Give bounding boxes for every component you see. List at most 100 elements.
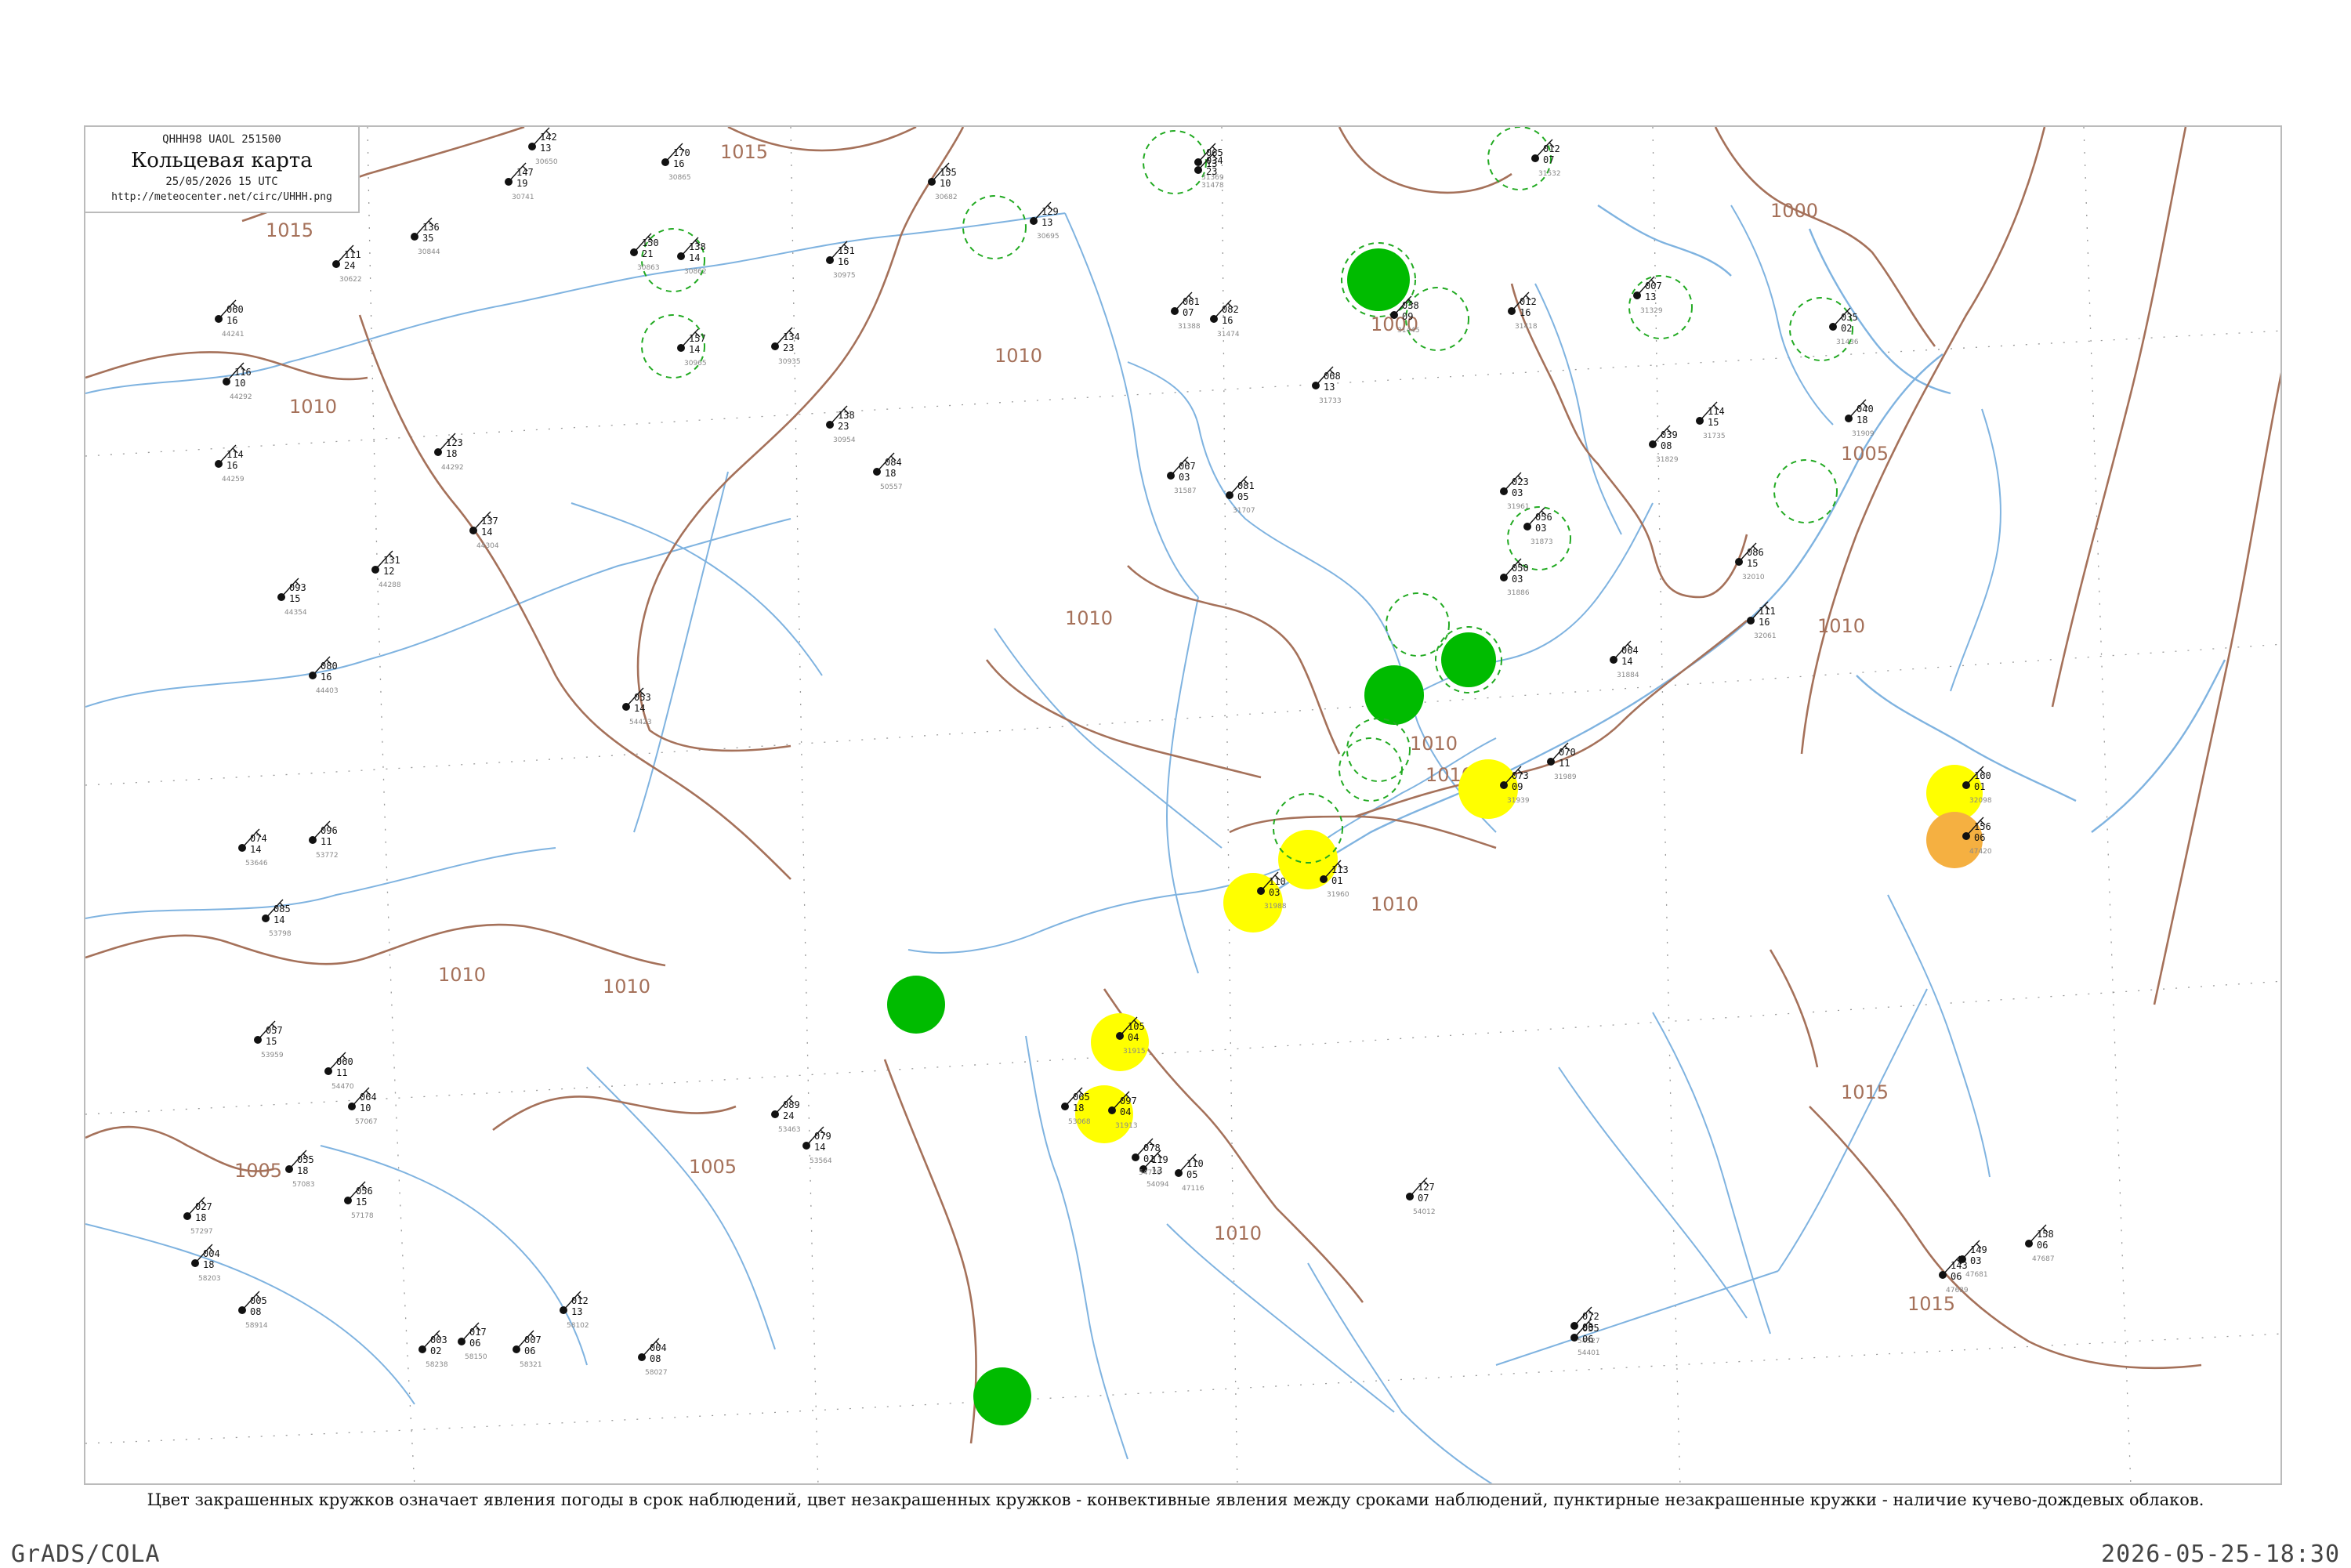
- station-pressure: 142: [540, 132, 557, 143]
- station-index: 30975: [833, 272, 856, 280]
- station-plot: 01213 58102: [560, 1291, 589, 1330]
- station-tendency: 18: [1857, 415, 1867, 425]
- station-index: 31329: [1640, 307, 1663, 315]
- station-index: 31418: [1515, 323, 1538, 331]
- station-index: 53798: [269, 930, 292, 938]
- station-tendency: 24: [783, 1110, 794, 1121]
- station-tendency: 07: [1183, 307, 1194, 318]
- rain-circle: [1347, 248, 1410, 311]
- station-tendency: 06: [469, 1338, 480, 1349]
- station-plot: 17016 30865: [661, 143, 691, 182]
- station-pressure: 012: [571, 1295, 589, 1306]
- station-pressure: 079: [814, 1131, 831, 1142]
- station-plot: 00408 58027: [638, 1338, 668, 1377]
- map-title: Кольцевая карта: [131, 149, 313, 172]
- station-plot: 06813 31733: [1312, 366, 1342, 405]
- station-tendency: 11: [321, 836, 331, 847]
- station-plot: 12707 54012: [1406, 1177, 1436, 1216]
- station-plot: 05615 57178: [344, 1181, 374, 1220]
- station-index: 31939: [1507, 797, 1530, 805]
- station-plot: 01216 31418: [1508, 292, 1538, 331]
- shower-circle: [1458, 759, 1518, 819]
- isobar-label: 1010: [603, 976, 650, 998]
- station-plot: 08016 44403: [309, 656, 339, 695]
- station-pressure: 005: [250, 1295, 267, 1306]
- station-index: 31733: [1319, 397, 1342, 405]
- station-tendency: 06: [1951, 1271, 1962, 1282]
- station-pressure: 012: [1520, 296, 1537, 307]
- station-index: 53959: [261, 1052, 284, 1059]
- station-tendency: 15: [1747, 558, 1758, 569]
- station-pressure: 034: [1206, 155, 1223, 166]
- station-index: 57297: [190, 1228, 213, 1236]
- bulletin-code: QHHH98 UAOL 251500: [162, 133, 281, 146]
- station-index: 54012: [1413, 1208, 1436, 1216]
- station-index: 31829: [1656, 456, 1679, 464]
- rain-circle: [1441, 632, 1496, 687]
- station-pressure: 050: [1512, 563, 1529, 574]
- legend-caption: Цвет закрашенных кружков означает явлени…: [147, 1490, 2204, 1509]
- rain-circle: [887, 976, 945, 1034]
- isobar-left-1010: [85, 923, 666, 967]
- station-index: 58914: [245, 1322, 268, 1330]
- station-index: 58321: [520, 1361, 542, 1369]
- station-index: 30741: [512, 194, 534, 201]
- station-tendency: 09: [1512, 781, 1523, 792]
- station-index: 31474: [1217, 331, 1240, 339]
- station-pressure: 082: [1222, 304, 1239, 315]
- station-tendency: 13: [571, 1306, 582, 1317]
- station-pressure: 096: [321, 825, 338, 836]
- station-pressure: 129: [1041, 206, 1059, 217]
- station-tendency: 13: [1041, 217, 1052, 228]
- station-pressure: 038: [1402, 300, 1419, 311]
- station-pressure: 138: [689, 241, 706, 252]
- shower-circle: [1278, 830, 1338, 889]
- station-plot: 00706 58321: [513, 1330, 542, 1369]
- station-tendency: 01: [1331, 875, 1342, 886]
- station-index: 44288: [379, 581, 401, 589]
- cb-circle: [1487, 127, 1552, 190]
- station-pressure: 138: [838, 410, 855, 421]
- station-pressure: 068: [1324, 371, 1341, 382]
- station-index: 53564: [810, 1157, 832, 1165]
- station-tendency: 35: [422, 233, 433, 244]
- station-plot: 14306 47689: [1939, 1255, 1969, 1295]
- cb-circle: [1386, 592, 1450, 657]
- station-plot: 03908 31829: [1649, 425, 1679, 464]
- station-index: 30682: [935, 194, 958, 201]
- station-index: 54401: [1578, 1349, 1600, 1357]
- synoptic-map: 1015 1015 1010 1010 1010 1010 1010 1005 …: [85, 127, 2280, 1483]
- isobar-label: 1005: [234, 1160, 282, 1182]
- station-tendency: 10: [234, 378, 245, 389]
- isobar-east-far: [1800, 127, 2046, 755]
- station-tendency: 15: [266, 1036, 277, 1047]
- station-pressure: 147: [516, 167, 534, 178]
- station-tendency: 18: [195, 1212, 206, 1223]
- station-plot: 13112 44288: [371, 550, 401, 589]
- station-index: 53068: [1068, 1118, 1091, 1126]
- station-index: 30865: [668, 174, 691, 182]
- cb-circle: [962, 195, 1027, 259]
- station-plot: 15714 30965: [677, 328, 707, 368]
- station-pressure: 116: [234, 367, 252, 378]
- station-plot: 05603 31873: [1523, 507, 1553, 546]
- station-plot: 03423 31478: [1194, 150, 1224, 190]
- station-plot: 11415 31735: [1696, 401, 1726, 440]
- station-plot: 08514 53798: [262, 899, 292, 938]
- station-index: 30650: [535, 158, 558, 166]
- station-index: 44292: [230, 393, 252, 401]
- station-plot: 08105 31707: [1226, 476, 1255, 515]
- isobar-label: 1010: [289, 396, 337, 418]
- station-tendency: 16: [1759, 617, 1770, 628]
- station-plot: 02303 31961: [1500, 472, 1530, 511]
- station-index: 47689: [1946, 1287, 1969, 1295]
- station-index: 31388: [1178, 323, 1201, 331]
- station-plot: 09315 44354: [277, 578, 307, 617]
- station-plot: 08216 31474: [1210, 299, 1240, 339]
- isobar-1010-se: [1229, 815, 1497, 849]
- rain-circle: [1364, 665, 1424, 725]
- station-tendency: 06: [2037, 1240, 2048, 1251]
- station-plot: 05003 31886: [1500, 558, 1530, 597]
- station-index: 31960: [1327, 891, 1349, 899]
- station-tendency: 02: [430, 1345, 441, 1356]
